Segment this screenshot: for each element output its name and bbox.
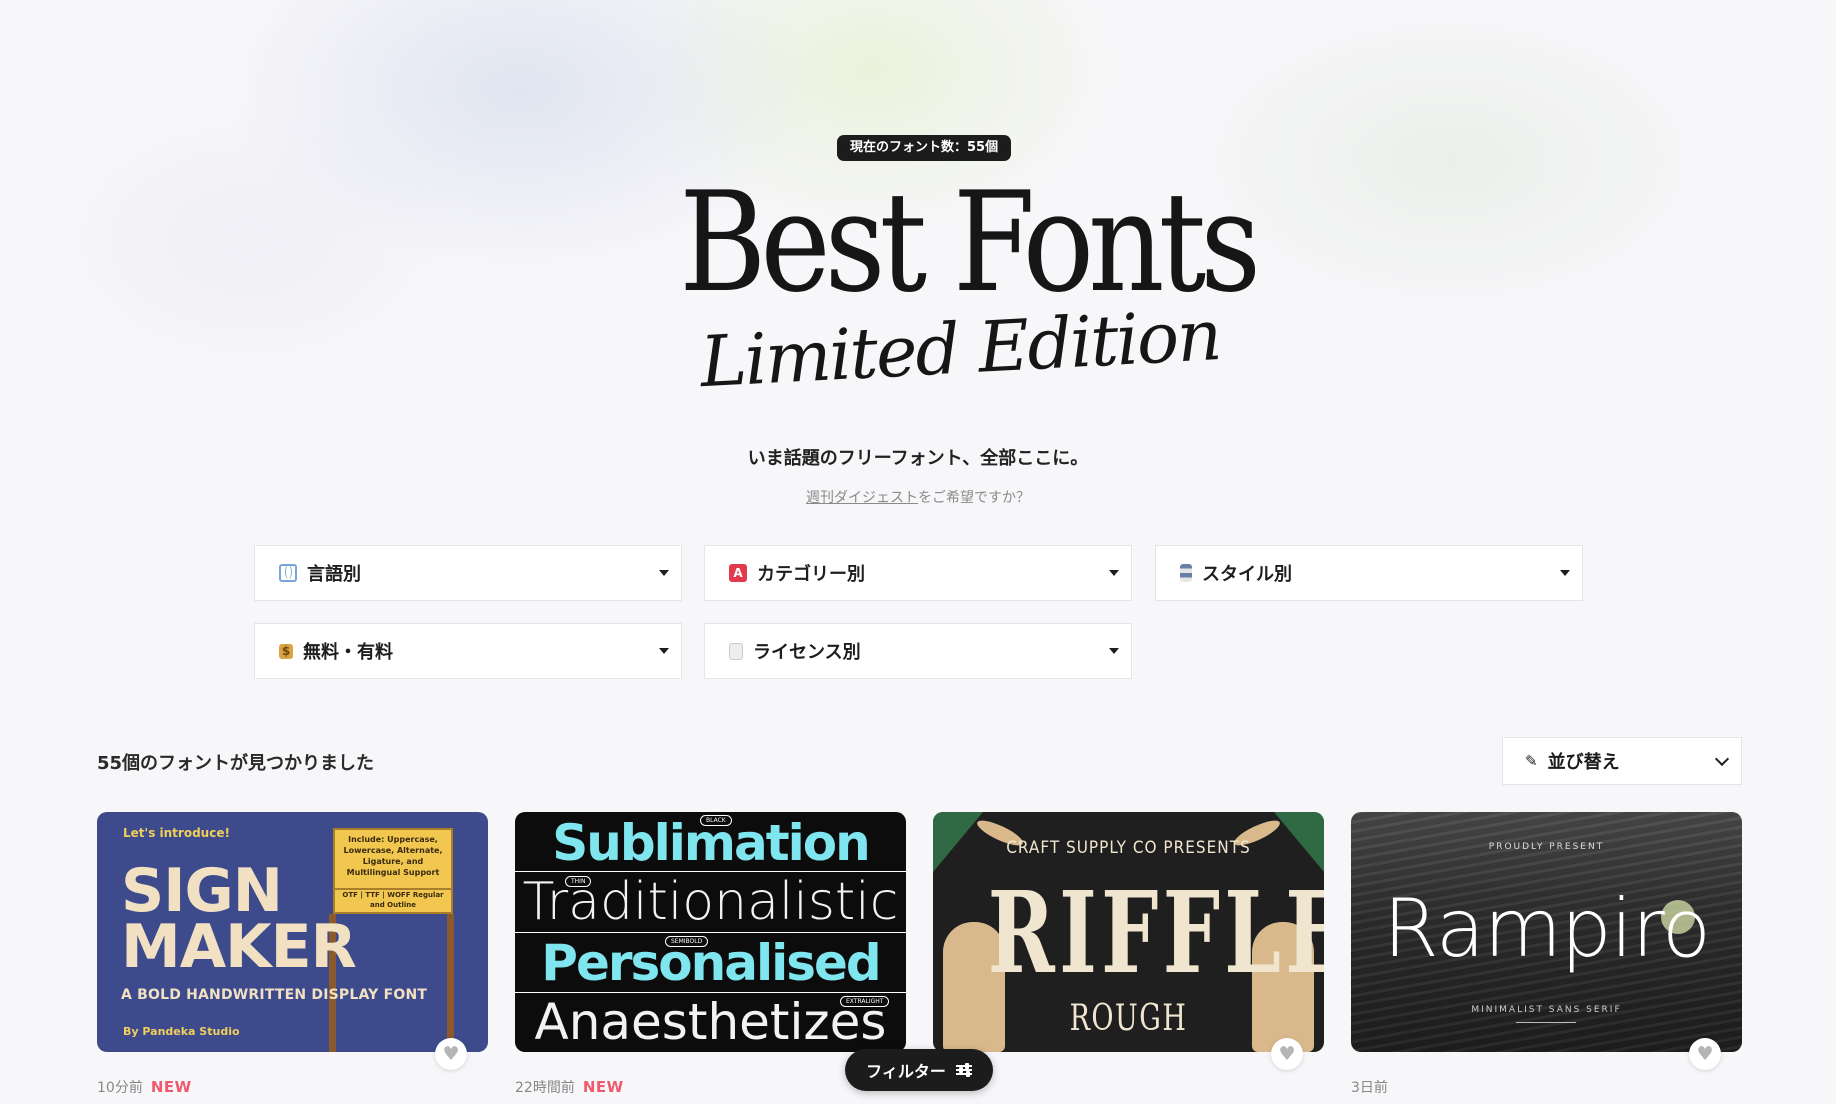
- preview-sign-board: Include: Uppercase, Lowercase, Alternate…: [333, 828, 453, 892]
- card-time: 3日前: [1351, 1080, 1388, 1096]
- results-count: 55個のフォントが見つかりました: [97, 753, 375, 774]
- card-time: 10分前: [97, 1080, 143, 1096]
- digest-suffix: をご希望ですか？: [918, 490, 1030, 506]
- card-meta: 10分前 NEW: [97, 1077, 192, 1097]
- card-meta: 3日前: [1351, 1077, 1396, 1097]
- card-time: 22時間前: [515, 1080, 575, 1096]
- filter-language-label: 言語別: [307, 564, 361, 585]
- caret-down-icon: [659, 570, 669, 576]
- pen-icon: ✎: [1525, 752, 1538, 770]
- preview-name: Rampiro: [1383, 882, 1711, 975]
- preview-intro: Let's introduce!: [123, 826, 230, 840]
- caret-down-icon: [1109, 648, 1119, 654]
- letter-a-icon: A: [729, 564, 747, 582]
- globe-icon: [279, 564, 297, 582]
- weight-tag: SEMIBOLD: [665, 936, 709, 947]
- tagline: いま話題のフリーフォント、全部ここに。: [747, 448, 1089, 469]
- filter-license-label: ライセンス別: [753, 642, 861, 663]
- sort-select[interactable]: ✎ 並び替え: [1502, 737, 1742, 785]
- weight-tag: THIN: [565, 876, 592, 887]
- filter-button-label: フィルター: [866, 1062, 946, 1081]
- font-card-rampiro[interactable]: PROUDLY PRESENT Rampiro MINIMALIST SANS …: [1351, 812, 1742, 1052]
- preview-word-3: Personalised: [541, 934, 881, 992]
- divider: [1516, 1022, 1576, 1023]
- preview-proudly: PROUDLY PRESENT: [1488, 842, 1605, 852]
- document-icon: [729, 642, 743, 660]
- divider: [515, 932, 906, 933]
- new-badge: NEW: [582, 1078, 624, 1096]
- filter-price[interactable]: $ 無料・有料: [254, 623, 682, 679]
- floating-filter-button[interactable]: フィルター: [845, 1049, 993, 1091]
- hero-title: Best Fonts: [679, 162, 1261, 323]
- new-badge: NEW: [150, 1078, 192, 1096]
- money-bag-icon: $: [279, 643, 293, 659]
- font-card-sublimation[interactable]: Sublimation Traditionalistic Personalise…: [515, 812, 906, 1052]
- weight-tag: EXTRALIGHT: [840, 996, 890, 1007]
- preview-tagline: A BOLD HANDWRITTEN DISPLAY FONT: [121, 987, 428, 1003]
- preview-sub: MINIMALIST SANS SERIF: [1471, 1005, 1622, 1015]
- preview-byline: By Pandeka Studio: [123, 1025, 240, 1038]
- caret-down-icon: [1109, 570, 1119, 576]
- filter-language[interactable]: 言語別: [254, 545, 682, 601]
- preview-sub: ROUGH: [1069, 998, 1188, 1039]
- caret-down-icon: [1560, 570, 1570, 576]
- font-count-badge: 現在のフォント数：55個: [837, 135, 1012, 161]
- weekly-digest-link[interactable]: 週刊ダイジェスト: [806, 490, 918, 506]
- style-icon: [1180, 564, 1192, 582]
- preview-name: RIFFLE: [987, 868, 1324, 999]
- caret-down-icon: [659, 648, 669, 654]
- sort-label: 並び替え: [1547, 752, 1620, 773]
- filter-license[interactable]: ライセンス別: [704, 623, 1132, 679]
- favorite-heart-icon[interactable]: ♥: [1271, 1038, 1303, 1070]
- preview-title-line2: MAKER: [121, 912, 357, 982]
- filter-style-label: スタイル別: [1202, 564, 1292, 585]
- preview-presents: CRAFT SUPPLY CO PRESENTS: [1006, 838, 1251, 858]
- filter-price-label: 無料・有料: [303, 642, 393, 663]
- font-card-sign-maker[interactable]: Let's introduce! Include: Uppercase, Low…: [97, 812, 488, 1052]
- filter-style[interactable]: スタイル別: [1155, 545, 1583, 601]
- favorite-heart-icon[interactable]: ♥: [1689, 1038, 1721, 1070]
- favorite-heart-icon[interactable]: ♥: [435, 1038, 467, 1070]
- preview-sign-board-formats: OTF | TTF | WOFF Regular and Outline: [333, 888, 453, 914]
- digest-prompt: 週刊ダイジェストをご希望ですか？: [0, 487, 1836, 507]
- chevron-down-icon: [1714, 751, 1730, 766]
- card-meta: 22時間前 NEW: [515, 1077, 624, 1097]
- sliders-icon: [955, 1063, 972, 1077]
- filter-category-label: カテゴリー別: [757, 564, 865, 585]
- filter-category[interactable]: A カテゴリー別: [704, 545, 1132, 601]
- weight-tag: BLACK: [700, 815, 732, 826]
- sign-pole: [447, 914, 454, 1052]
- font-card-riffle[interactable]: CRAFT SUPPLY CO PRESENTS RIFFLE ROUGH: [933, 812, 1324, 1052]
